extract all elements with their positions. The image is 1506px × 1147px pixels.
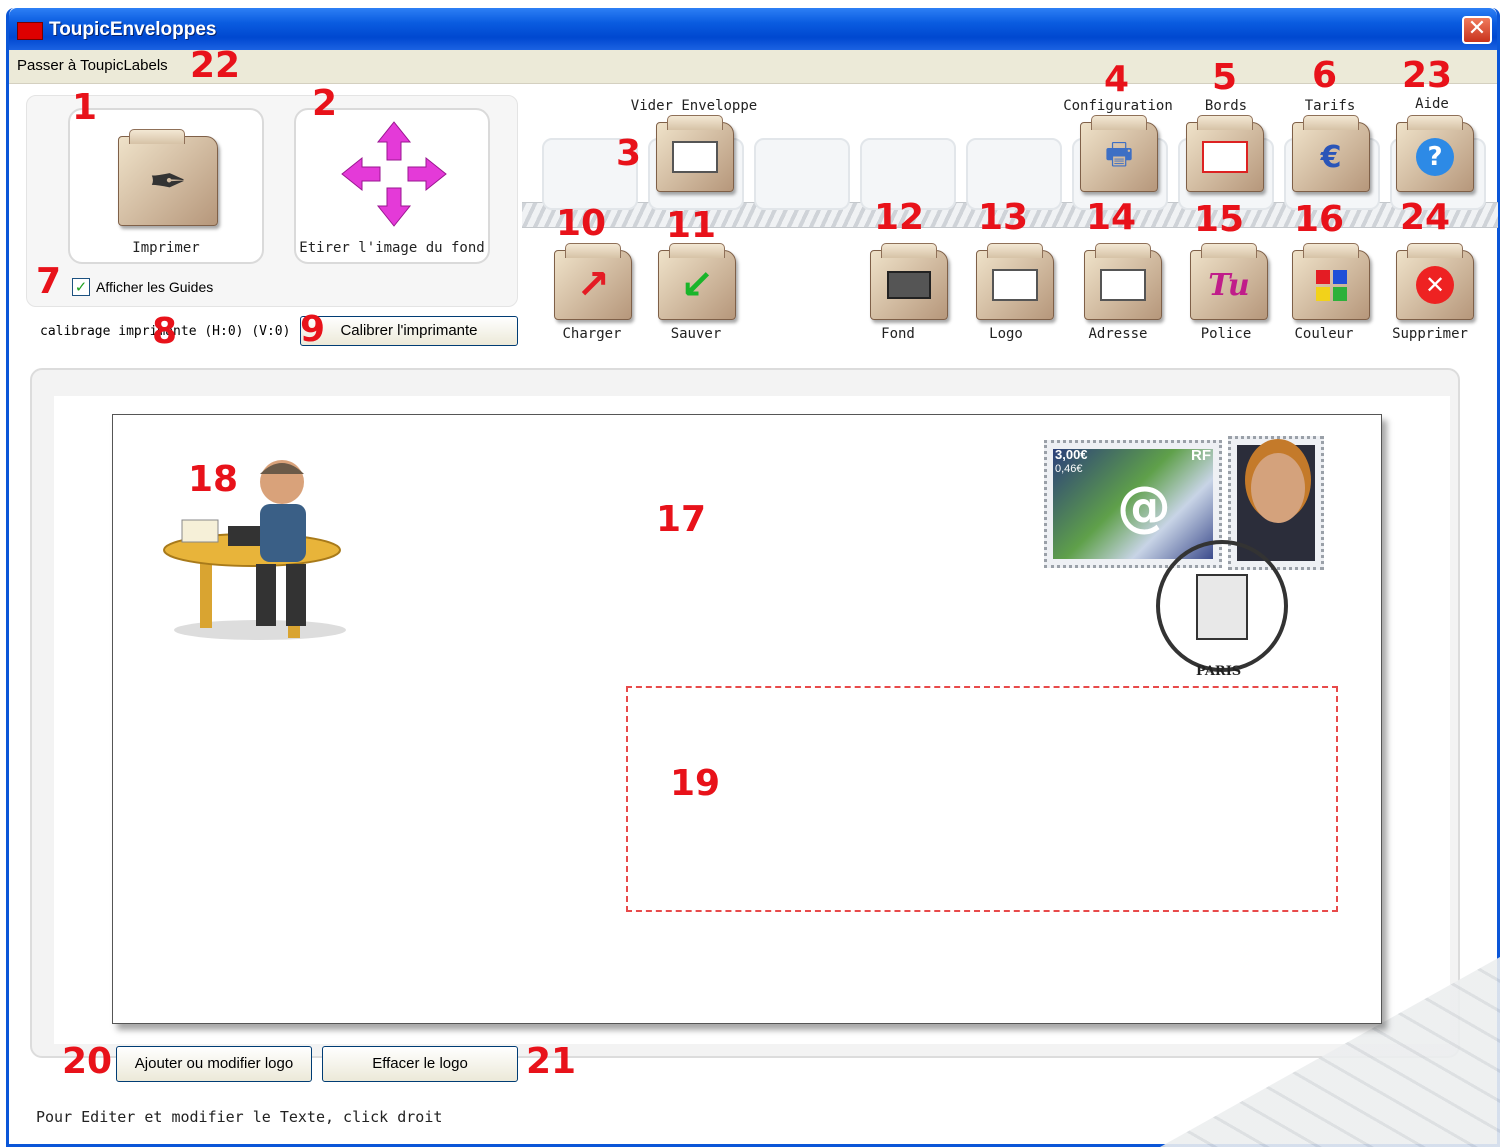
logo-button[interactable] <box>976 243 1054 320</box>
move-arrows-icon <box>341 121 447 227</box>
callout-3: 3 <box>616 133 642 174</box>
color-palette-icon <box>1315 269 1347 301</box>
font-style-icon: Tu <box>1208 267 1250 303</box>
callout-11: 11 <box>666 205 717 246</box>
delete-icon: ✕ <box>1416 266 1454 304</box>
background-button[interactable] <box>870 243 948 320</box>
clear-logo-button[interactable]: Effacer le logo <box>322 1046 518 1082</box>
callout-16: 16 <box>1294 199 1345 240</box>
stamp-value-sub: 0,46€ <box>1055 463 1083 475</box>
load-button[interactable]: ↗ <box>554 243 632 320</box>
callout-20: 20 <box>62 1041 113 1082</box>
show-guides-checkbox[interactable]: ✓ <box>72 278 90 296</box>
save-button[interactable]: ↙ <box>658 243 736 320</box>
blank-envelope-icon <box>672 141 718 173</box>
save-label: Sauver <box>670 326 722 342</box>
callout-21: 21 <box>526 1041 577 1082</box>
show-guides-label: Afficher les Guides <box>96 279 214 295</box>
callout-18: 18 <box>188 459 239 500</box>
delete-button[interactable]: ✕ <box>1396 243 1474 320</box>
callout-4: 4 <box>1104 59 1130 100</box>
callout-8: 8 <box>152 311 178 352</box>
load-arrow-icon: ↗ <box>576 262 610 308</box>
postmark-city: PARIS <box>1196 664 1242 679</box>
toolbar-slot-empty <box>754 138 850 210</box>
app-icon <box>17 22 43 40</box>
help-button[interactable]: ? <box>1396 115 1474 192</box>
stretch-background-label: Etirer l'image du fond <box>299 240 485 256</box>
envelope-borders-icon <box>1202 141 1248 173</box>
callout-14: 14 <box>1086 197 1137 238</box>
address-envelope-icon <box>1100 269 1146 301</box>
add-edit-logo-button[interactable]: Ajouter ou modifier logo <box>116 1046 312 1082</box>
empty-envelope-label: Vider Enveloppe <box>630 98 758 114</box>
empty-envelope-button[interactable] <box>656 115 734 192</box>
printer-icon: 🖶 <box>1104 136 1134 172</box>
title-bar: ToupicEnveloppes ✕ <box>9 8 1497 50</box>
switch-to-toupiclabels-menu[interactable]: Passer à ToupicLabels <box>17 57 168 74</box>
portrait-icon <box>1251 453 1305 523</box>
stamp-value: 3,00€ <box>1055 447 1088 462</box>
euro-coins-icon: € <box>1320 139 1342 175</box>
configuration-button[interactable]: 🖶 <box>1080 115 1158 192</box>
help-icon: ? <box>1416 138 1454 176</box>
rates-button[interactable]: € <box>1292 115 1370 192</box>
save-arrow-icon: ↙ <box>680 262 714 308</box>
postmark-stamp-icon <box>1196 574 1248 640</box>
background-image-icon <box>887 271 931 299</box>
print-label: Imprimer <box>132 240 200 256</box>
stamp-country: RF <box>1191 447 1211 464</box>
print-folder-icon: ✒ <box>118 129 218 226</box>
delete-label: Supprimer <box>1392 326 1468 342</box>
logo-envelope-icon <box>992 269 1038 301</box>
callout-6: 6 <box>1312 55 1338 96</box>
window-title: ToupicEnveloppes <box>49 19 217 40</box>
callout-22: 22 <box>190 45 241 86</box>
address-button[interactable] <box>1084 243 1162 320</box>
calibrate-printer-button[interactable]: Calibrer l'imprimante <box>300 316 518 346</box>
callout-13: 13 <box>978 197 1029 238</box>
font-button[interactable]: Tu <box>1190 243 1268 320</box>
callout-24: 24 <box>1400 197 1451 238</box>
print-button[interactable]: ✒ Imprimer <box>68 108 264 264</box>
status-hint: Pour Editer et modifier le Texte, click … <box>36 1108 443 1126</box>
address-area-guide[interactable] <box>626 686 1338 912</box>
callout-17: 17 <box>656 499 707 540</box>
callout-15: 15 <box>1194 199 1245 240</box>
close-button[interactable]: ✕ <box>1462 16 1492 44</box>
color-button[interactable] <box>1292 243 1370 320</box>
callout-5: 5 <box>1212 57 1238 98</box>
callout-23: 23 <box>1402 55 1453 96</box>
stretch-background-button[interactable]: Etirer l'image du fond <box>294 108 490 264</box>
callout-9: 9 <box>300 309 326 350</box>
callout-12: 12 <box>874 197 925 238</box>
callout-2: 2 <box>312 83 338 124</box>
callout-7: 7 <box>36 261 62 302</box>
callout-1: 1 <box>72 87 98 128</box>
at-sign-icon: @ <box>1117 475 1171 538</box>
callout-19: 19 <box>670 763 721 804</box>
borders-button[interactable] <box>1186 115 1264 192</box>
callout-10: 10 <box>556 203 607 244</box>
help-label: Aide <box>1415 96 1449 112</box>
